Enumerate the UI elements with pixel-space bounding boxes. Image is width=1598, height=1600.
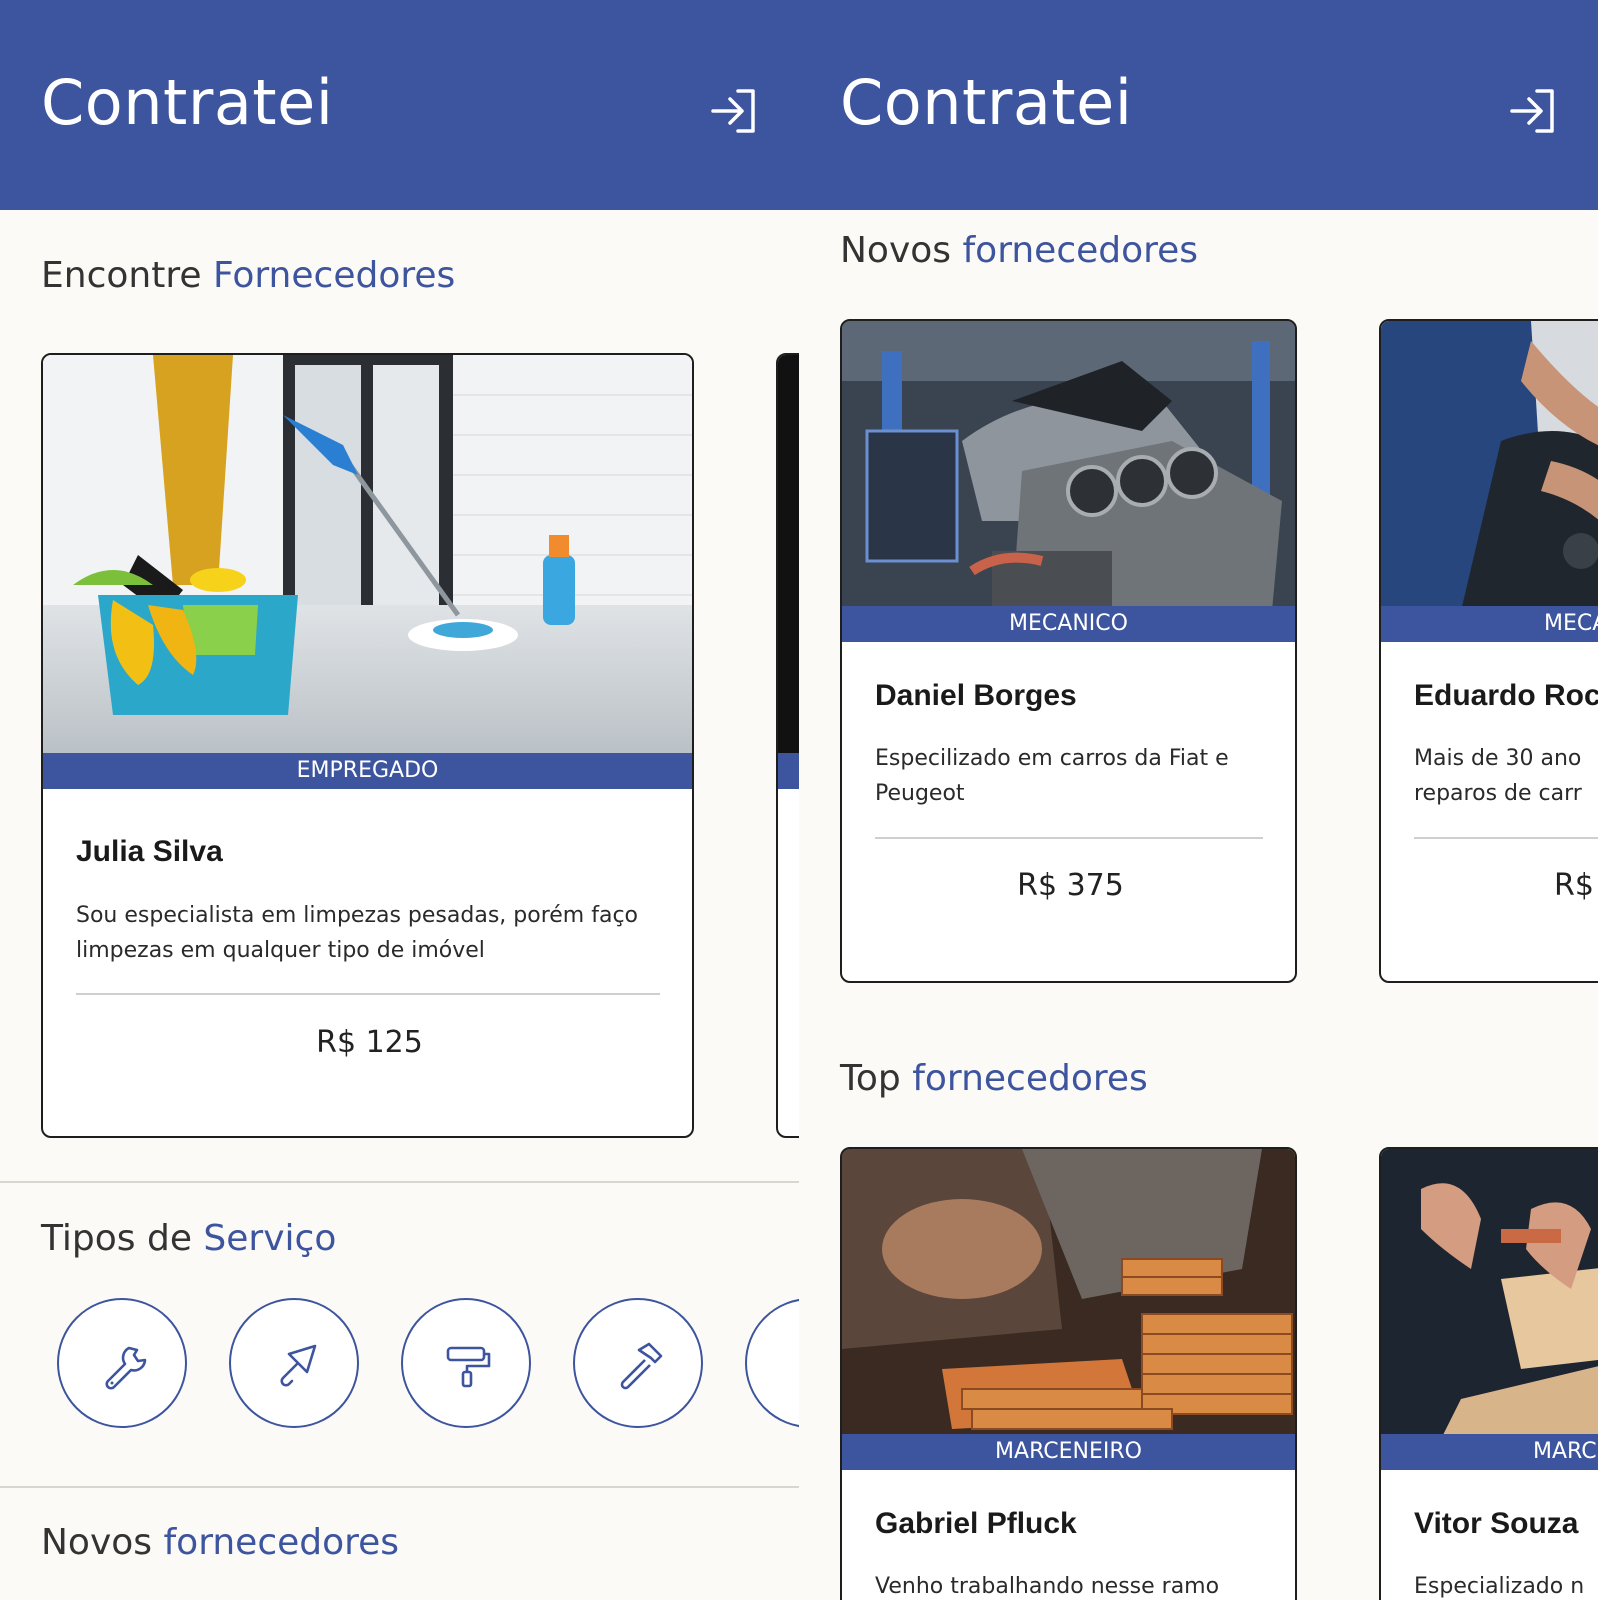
section-title-prefix: Encontre bbox=[41, 255, 202, 296]
service-type-paint-roller[interactable] bbox=[401, 1298, 531, 1428]
engine-photo bbox=[842, 321, 1295, 611]
app-title: Contratei bbox=[41, 66, 334, 139]
trowel-icon bbox=[280, 1344, 317, 1387]
service-type-wrench[interactable] bbox=[57, 1298, 187, 1428]
supplier-price: R$ 375 bbox=[1017, 868, 1124, 903]
supplier-price: R$ bbox=[1554, 868, 1594, 903]
section-title-accent: fornecedores bbox=[912, 1058, 1148, 1099]
category-badge: MECA bbox=[1381, 606, 1598, 642]
supplier-name: Daniel Borges bbox=[875, 679, 1077, 712]
supplier-description: Sou especialista em limpezas pesadas, po… bbox=[76, 903, 638, 963]
woodwork-photo bbox=[842, 1149, 1295, 1439]
category-badge bbox=[778, 753, 799, 789]
category-badge: MECANICO bbox=[842, 606, 1295, 642]
supplier-card[interactable]: EMPREGADO Julia Silva Sou especialista e… bbox=[41, 353, 694, 1138]
section-title-new: Novos fornecedores bbox=[840, 230, 1198, 271]
service-icon bbox=[787, 1340, 799, 1390]
supplier-price: R$ 125 bbox=[316, 1025, 423, 1060]
supplier-description: Especilizado em carros da Fiat e Peugeot bbox=[875, 746, 1229, 806]
app-bar: Contratei bbox=[799, 0, 1598, 210]
supplier-card[interactable]: MECA Eduardo Roc Mais de 30 ano reparos … bbox=[1379, 319, 1598, 983]
section-title-new: Novos fornecedores bbox=[41, 1522, 399, 1563]
supplier-name: Eduardo Roc bbox=[1414, 679, 1598, 712]
section-title-top: Top fornecedores bbox=[840, 1058, 1148, 1099]
supplier-description: Mais de 30 ano reparos de carr bbox=[1414, 746, 1582, 806]
section-title-types: Tipos de Serviço bbox=[41, 1218, 336, 1259]
login-icon bbox=[1510, 89, 1554, 133]
supplier-card[interactable]: MARC Vitor Souza Especializado n bbox=[1379, 1147, 1598, 1600]
service-type-trowel[interactable] bbox=[229, 1298, 359, 1428]
login-button[interactable] bbox=[708, 84, 762, 138]
divider bbox=[0, 1181, 799, 1183]
section-title-accent: Serviço bbox=[203, 1218, 337, 1259]
hammer-icon bbox=[620, 1342, 663, 1390]
card-separator bbox=[1414, 837, 1598, 839]
category-text: MECA bbox=[1544, 611, 1598, 636]
section-title-accent: Fornecedores bbox=[212, 255, 456, 296]
section-title-accent: fornecedores bbox=[962, 230, 1199, 271]
section-title-prefix: Novos bbox=[840, 230, 952, 271]
app-bar: Contratei bbox=[0, 0, 799, 210]
supplier-photo bbox=[778, 355, 799, 763]
service-type-more[interactable] bbox=[745, 1298, 799, 1428]
wrench-icon bbox=[105, 1346, 147, 1390]
category-badge: MARCENEIRO bbox=[842, 1434, 1295, 1470]
section-title-accent: fornecedores bbox=[163, 1522, 400, 1563]
card-separator bbox=[76, 993, 660, 995]
supplier-description: Venho trabalhando nesse ramo bbox=[875, 1574, 1220, 1599]
screen-suppliers: Contratei Novos fornecedores MECANICO Da… bbox=[799, 0, 1598, 1600]
login-button[interactable] bbox=[1507, 84, 1561, 138]
supplier-card-peek[interactable] bbox=[776, 353, 799, 1138]
section-title-prefix: Novos bbox=[41, 1522, 153, 1563]
supplier-name: Julia Silva bbox=[76, 835, 223, 868]
category-text: MARC bbox=[1533, 1439, 1597, 1464]
section-title-find: Encontre Fornecedores bbox=[41, 255, 455, 296]
mechanic-photo bbox=[1381, 321, 1598, 611]
section-title-prefix: Tipos de bbox=[41, 1218, 192, 1259]
screen-home: Contratei Encontre Fornecedores EMPREGAD… bbox=[0, 0, 799, 1600]
service-type-hammer[interactable] bbox=[573, 1298, 703, 1428]
category-badge: MARC bbox=[1381, 1434, 1598, 1470]
supplier-description: Especializado n bbox=[1414, 1574, 1585, 1599]
supplier-name: Vitor Souza bbox=[1414, 1507, 1579, 1540]
supplier-card[interactable]: MECANICO Daniel Borges Especilizado em c… bbox=[840, 319, 1297, 983]
paint-roller-icon bbox=[446, 1346, 491, 1388]
carpentry-photo bbox=[1381, 1149, 1598, 1439]
card-separator bbox=[875, 837, 1263, 839]
app-title: Contratei bbox=[840, 66, 1133, 139]
cleaning-photo bbox=[43, 355, 692, 763]
supplier-name: Gabriel Pfluck bbox=[875, 1507, 1077, 1540]
login-icon bbox=[711, 89, 755, 133]
section-title-prefix: Top bbox=[840, 1058, 901, 1099]
divider bbox=[0, 1486, 799, 1488]
category-badge: EMPREGADO bbox=[43, 753, 692, 789]
supplier-card[interactable]: MARCENEIRO Gabriel Pfluck Venho trabalha… bbox=[840, 1147, 1297, 1600]
